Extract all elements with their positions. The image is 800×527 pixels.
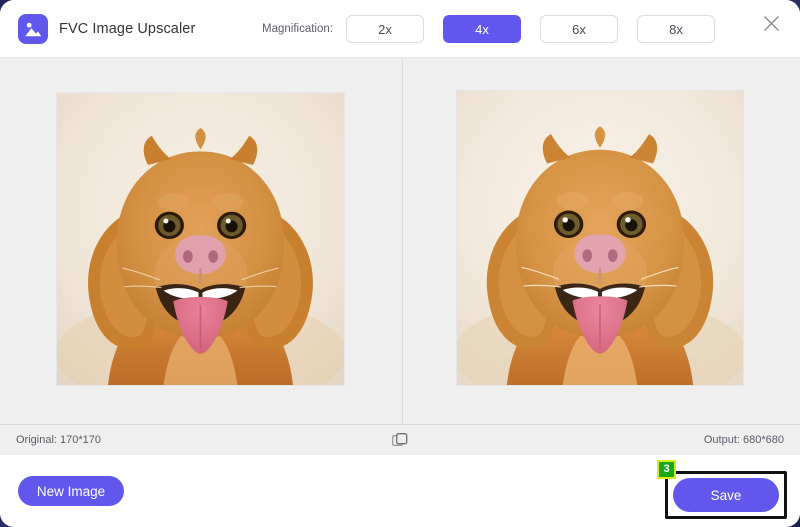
status-bar: Original: 170*170 Output: 680*680	[0, 424, 800, 455]
magnification-option-2x[interactable]: 2x	[346, 15, 424, 43]
page-title: FVC Image Upscaler	[59, 21, 195, 37]
footer: New Image 3 Save	[0, 455, 800, 527]
new-image-button[interactable]: New Image	[18, 476, 124, 506]
compare-area	[0, 58, 800, 424]
magnification-option-6x[interactable]: 6x	[540, 15, 618, 43]
original-pane	[0, 58, 400, 424]
save-button[interactable]: Save	[673, 478, 779, 512]
save-annotation-box: 3 Save	[665, 471, 787, 519]
original-image	[57, 93, 344, 385]
magnification-option-4x[interactable]: 4x	[443, 15, 521, 43]
output-size-label: Output: 680*680	[704, 434, 784, 446]
compare-squares-icon[interactable]	[390, 431, 410, 449]
magnification-label: Magnification:	[262, 23, 333, 35]
upscaled-image	[457, 91, 743, 385]
app-window: FVC Image Upscaler Magnification: 2x 4x …	[0, 0, 800, 527]
step-badge: 3	[657, 460, 676, 479]
close-icon[interactable]	[756, 8, 786, 38]
upscaled-pane	[400, 58, 800, 424]
original-size-label: Original: 170*170	[16, 434, 101, 446]
magnification-control: Magnification: 2x 4x 6x 8x	[262, 0, 714, 58]
image-photo-icon	[18, 14, 48, 44]
magnification-option-8x[interactable]: 8x	[637, 15, 715, 43]
brand: FVC Image Upscaler	[18, 14, 195, 44]
titlebar: FVC Image Upscaler Magnification: 2x 4x …	[0, 0, 800, 58]
